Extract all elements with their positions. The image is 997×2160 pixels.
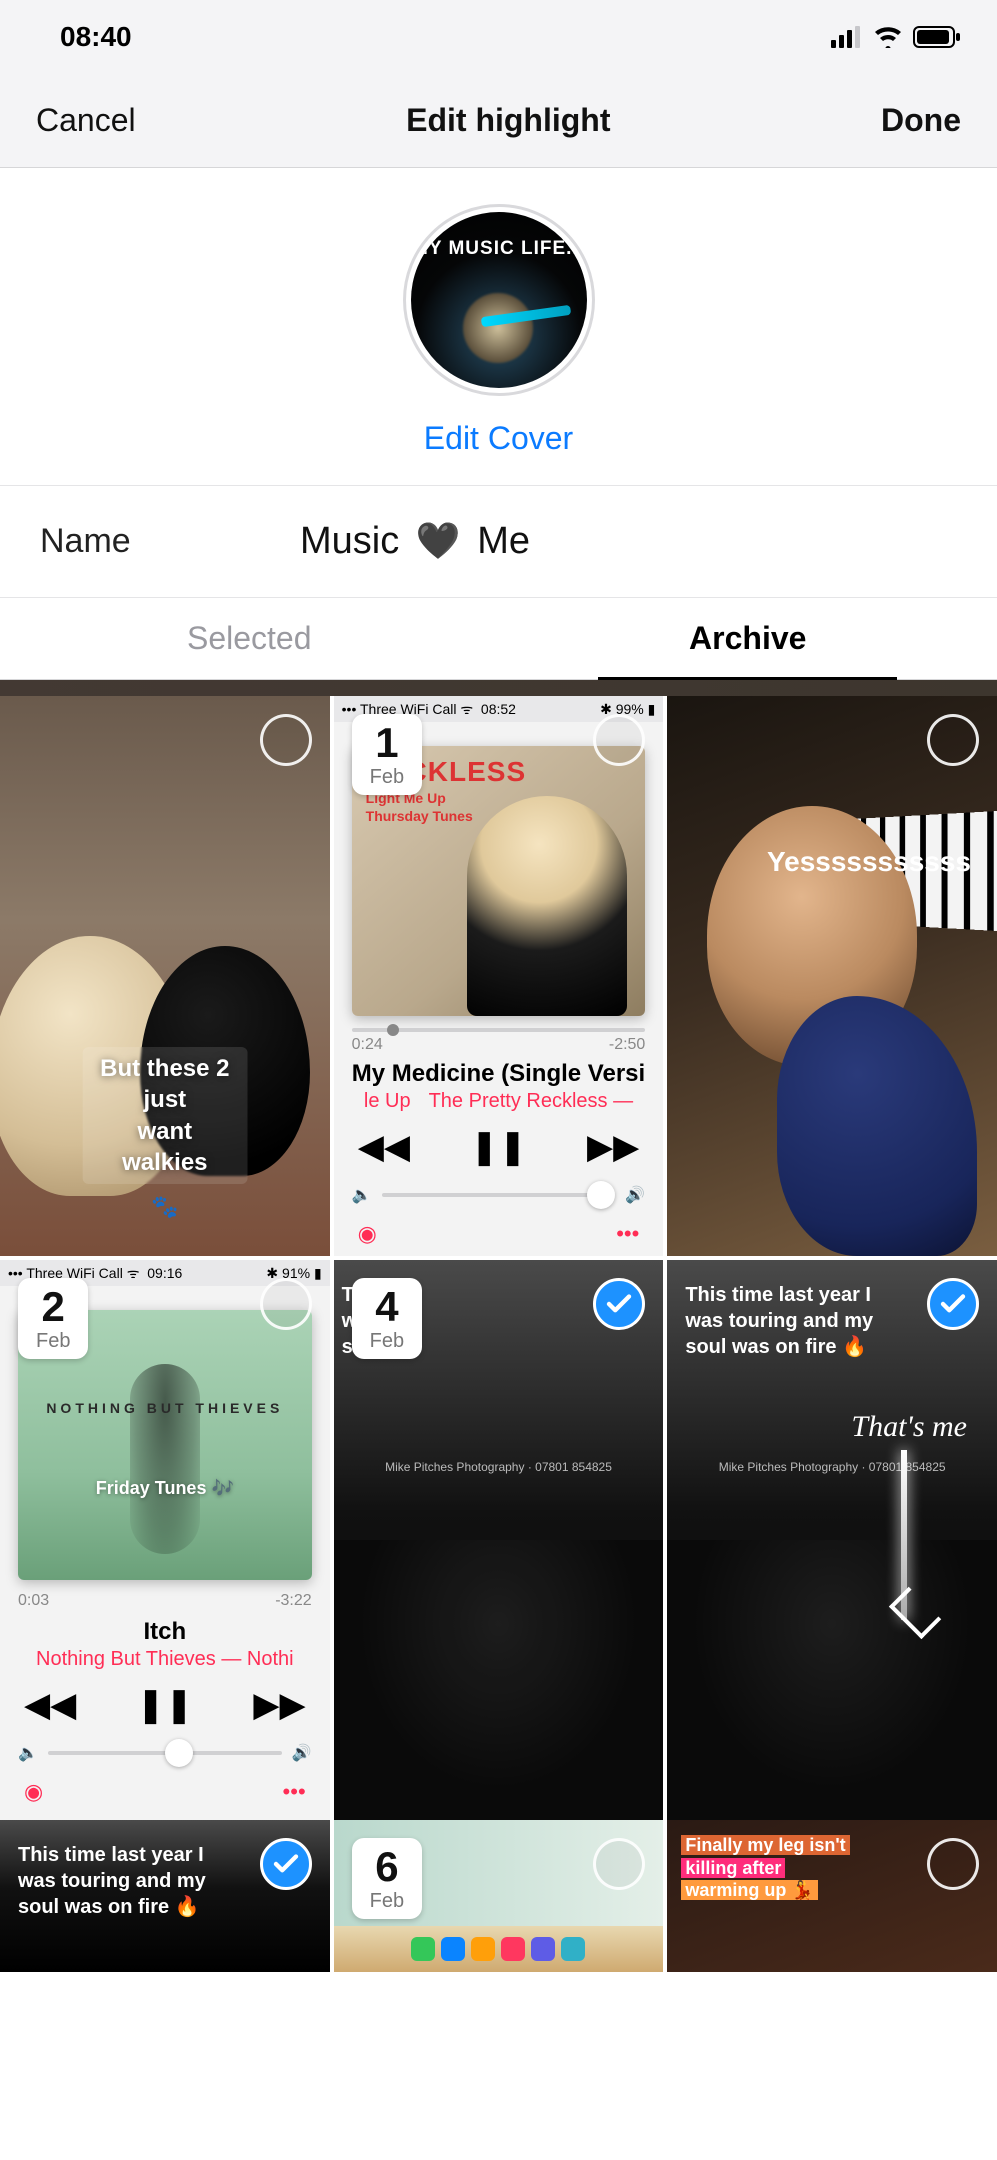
remaining-time: -2:50 [609,1036,645,1054]
select-toggle[interactable] [260,1278,312,1330]
name-input[interactable]: Music 🖤 Me [300,520,530,563]
select-toggle[interactable] [593,1838,645,1890]
photo-credit: Mike Pitches Photography · 07801 854825 [667,1460,997,1474]
thats-me-label: That's me [851,1410,967,1444]
dock-icons [334,1926,664,1972]
volume-high-icon: 🔊 [292,1743,312,1763]
select-toggle[interactable] [927,714,979,766]
status-indicators [831,26,961,48]
volume-low-icon: 🔈 [352,1185,372,1205]
artist-row: le UpThe Pretty Reckless — [334,1090,664,1113]
story-caption: This time last year Iwas touring and mys… [18,1842,260,1920]
stories-grid-next: This time last year Iwas touring and mys… [0,1820,997,1972]
story-thumb[interactable]: Yesssssssssss [667,696,997,1256]
select-toggle[interactable] [260,1838,312,1890]
date-badge: 4Feb [352,1278,422,1359]
story-thumb[interactable]: 6Feb [334,1820,664,1972]
story-thumb[interactable]: Finally my leg isn't killing after warmi… [667,1820,997,1972]
cover-section: MY MUSIC LIFE... Edit Cover [0,168,997,486]
page-title: Edit highlight [406,102,610,139]
status-bar: 08:40 [0,0,997,74]
date-badge: 2Feb [18,1278,88,1359]
volume-low-icon: 🔈 [18,1743,38,1763]
elapsed-time: 0:24 [352,1036,383,1054]
story-caption: But these 2 justwant walkies [82,1047,247,1184]
story-caption: Yesssssssssss [767,846,971,878]
volume-high-icon: 🔊 [625,1185,645,1205]
tab-archive[interactable]: Archive [499,598,997,679]
status-time: 08:40 [60,21,132,53]
more-icon: ••• [616,1221,639,1247]
artist-row: Nothing But Thieves — Nothi [0,1648,330,1671]
grid-peek-row [0,680,997,696]
pause-icon: ❚❚ [470,1127,527,1167]
name-label: Name [40,522,300,561]
track-title: Itch [0,1618,330,1646]
select-toggle[interactable] [927,1278,979,1330]
story-thumb[interactable]: But these 2 justwant walkies 🐾 [0,696,330,1256]
cellular-icon [831,26,863,48]
select-toggle[interactable] [593,714,645,766]
story-caption: This time last year Iwas touring and mys… [685,1282,927,1360]
rewind-icon: ◀◀ [358,1127,410,1167]
track-title: My Medicine (Single Versi [334,1060,664,1088]
airplay-icon: ◉ [24,1779,43,1805]
rewind-icon: ◀◀ [24,1685,76,1725]
date-badge: 1Feb [352,714,422,795]
forward-icon: ▶▶ [253,1685,305,1725]
story-thumb[interactable]: ••• Three WiFi Call ᯤ 08:52 ✱ 99% ▮ 1Feb… [334,696,664,1256]
battery-icon [913,26,961,48]
photo-credit: Mike Pitches Photography · 07801 854825 [334,1460,664,1474]
select-toggle[interactable] [260,714,312,766]
cover-image[interactable]: MY MUSIC LIFE... [403,204,595,396]
playback-controls: ◀◀ ❚❚ ▶▶ [334,1127,664,1167]
story-thumb[interactable]: This time last year Iwas touring and mys… [0,1820,330,1972]
tab-selected[interactable]: Selected [0,598,499,679]
cancel-button[interactable]: Cancel [36,102,136,139]
edit-cover-button[interactable]: Edit Cover [424,420,573,457]
stories-grid: But these 2 justwant walkies 🐾 ••• Three… [0,696,997,1820]
select-toggle[interactable] [927,1838,979,1890]
cover-banner-text: MY MUSIC LIFE... [412,238,585,260]
more-icon: ••• [283,1779,306,1805]
name-field-row[interactable]: Name Music 🖤 Me [0,486,997,598]
done-button[interactable]: Done [881,102,961,139]
select-toggle[interactable] [593,1278,645,1330]
date-badge: 6Feb [352,1838,422,1919]
remaining-time: -3:22 [275,1592,311,1610]
story-caption: Finally my leg isn't killing after warmi… [681,1834,849,1902]
heart-icon: 🖤 [416,520,461,562]
tabs: Selected Archive [0,598,997,680]
wifi-icon [873,26,903,48]
playback-controls: ◀◀ ❚❚ ▶▶ [0,1685,330,1725]
forward-icon: ▶▶ [587,1127,639,1167]
story-thumb[interactable]: ••• Three WiFi Call ᯤ 09:16 ✱ 91% ▮ 2Feb… [0,1260,330,1820]
nav-bar: Cancel Edit highlight Done [0,74,997,168]
elapsed-time: 0:03 [18,1592,49,1610]
progress-bar [352,1028,646,1032]
paws-icon: 🐾 [151,1194,178,1220]
airplay-icon: ◉ [358,1221,377,1247]
story-thumb[interactable]: This time last year Iwas touring and mys… [667,1260,997,1820]
story-thumb[interactable]: 4Feb Twas Mike Pitches Photography · 078… [334,1260,664,1820]
pause-icon: ❚❚ [136,1685,193,1725]
